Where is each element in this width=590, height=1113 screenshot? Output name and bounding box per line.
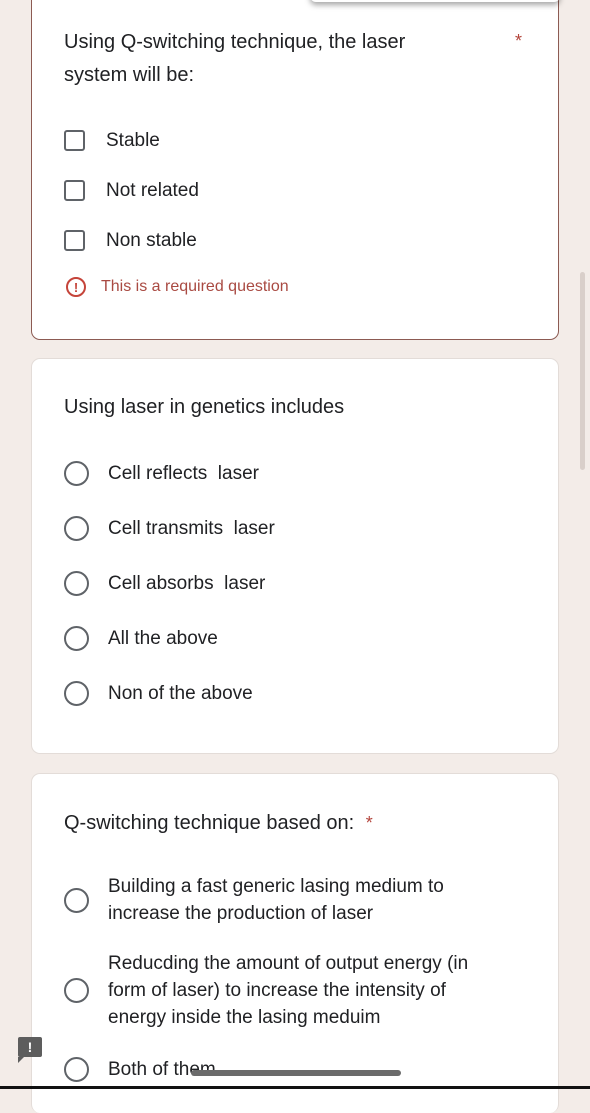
checkbox-icon[interactable] (64, 230, 85, 251)
radio-option-cell-transmits[interactable]: Cell transmits laser (64, 515, 275, 542)
option-label: Cell absorbs laser (108, 573, 266, 594)
question-title: Using laser in genetics includes (64, 396, 345, 418)
radio-button-icon[interactable] (64, 1057, 89, 1082)
feedback-report-icon[interactable]: ! (18, 1037, 42, 1063)
question-title: Using Q-switching technique, the laser s… (64, 31, 406, 86)
radio-button-icon[interactable] (64, 887, 89, 913)
checkbox-option-stable[interactable]: Stable (64, 127, 160, 154)
radio-button-icon[interactable] (64, 571, 89, 596)
question-title-text: Q-switching technique based on: (64, 812, 355, 834)
checkbox-option-non-stable[interactable]: Non stable (64, 227, 197, 254)
radio-button-icon[interactable] (64, 978, 89, 1003)
radio-option-cell-reflects[interactable]: Cell reflects laser (64, 460, 259, 487)
option-label: Reducding the amount of output energy (i… (108, 953, 469, 1028)
error-text: This is a required question (101, 278, 289, 295)
question-card-q-switching-stability: Using Q-switching technique, the laser s… (31, 0, 559, 340)
checkbox-icon[interactable] (64, 180, 85, 201)
option-label: Non of the above (108, 683, 253, 704)
required-error-message: ! This is a required question (66, 277, 289, 297)
option-label: Cell reflects laser (108, 463, 259, 484)
option-label: Non stable (106, 230, 197, 251)
option-label: Building a fast generic lasing medium to… (108, 876, 444, 924)
option-label: All the above (108, 628, 218, 649)
radio-option-cell-absorbs[interactable]: Cell absorbs laser (64, 570, 265, 597)
gesture-home-indicator[interactable] (191, 1070, 401, 1076)
checkbox-icon[interactable] (64, 130, 85, 151)
dropdown-popup-edge (310, 0, 560, 2)
question-title: Q-switching technique based on: * (64, 807, 373, 840)
required-asterisk: * (515, 31, 523, 51)
radio-option-none-above[interactable]: Non of the above (64, 680, 253, 707)
radio-button-icon[interactable] (64, 626, 89, 651)
required-asterisk: * (365, 813, 373, 833)
checkbox-option-not-related[interactable]: Not related (64, 177, 199, 204)
question-card-q-switching-basis: Q-switching technique based on: * Buildi… (31, 773, 559, 1113)
error-alert-icon: ! (66, 277, 86, 297)
question-card-laser-genetics: Using laser in genetics includes Cell re… (31, 358, 559, 754)
radio-button-icon[interactable] (64, 516, 89, 541)
radio-button-icon[interactable] (64, 461, 89, 486)
option-label: Not related (106, 180, 199, 201)
radio-option-reduce-output-energy[interactable]: Reducding the amount of output energy (i… (64, 950, 508, 1031)
option-label: Stable (106, 130, 160, 151)
option-label: Cell transmits laser (108, 518, 275, 539)
radio-option-fast-lasing-medium[interactable]: Building a fast generic lasing medium to… (64, 873, 508, 927)
radio-option-all-above[interactable]: All the above (64, 625, 218, 652)
page-scrollbar[interactable] (580, 272, 585, 470)
radio-button-icon[interactable] (64, 681, 89, 706)
